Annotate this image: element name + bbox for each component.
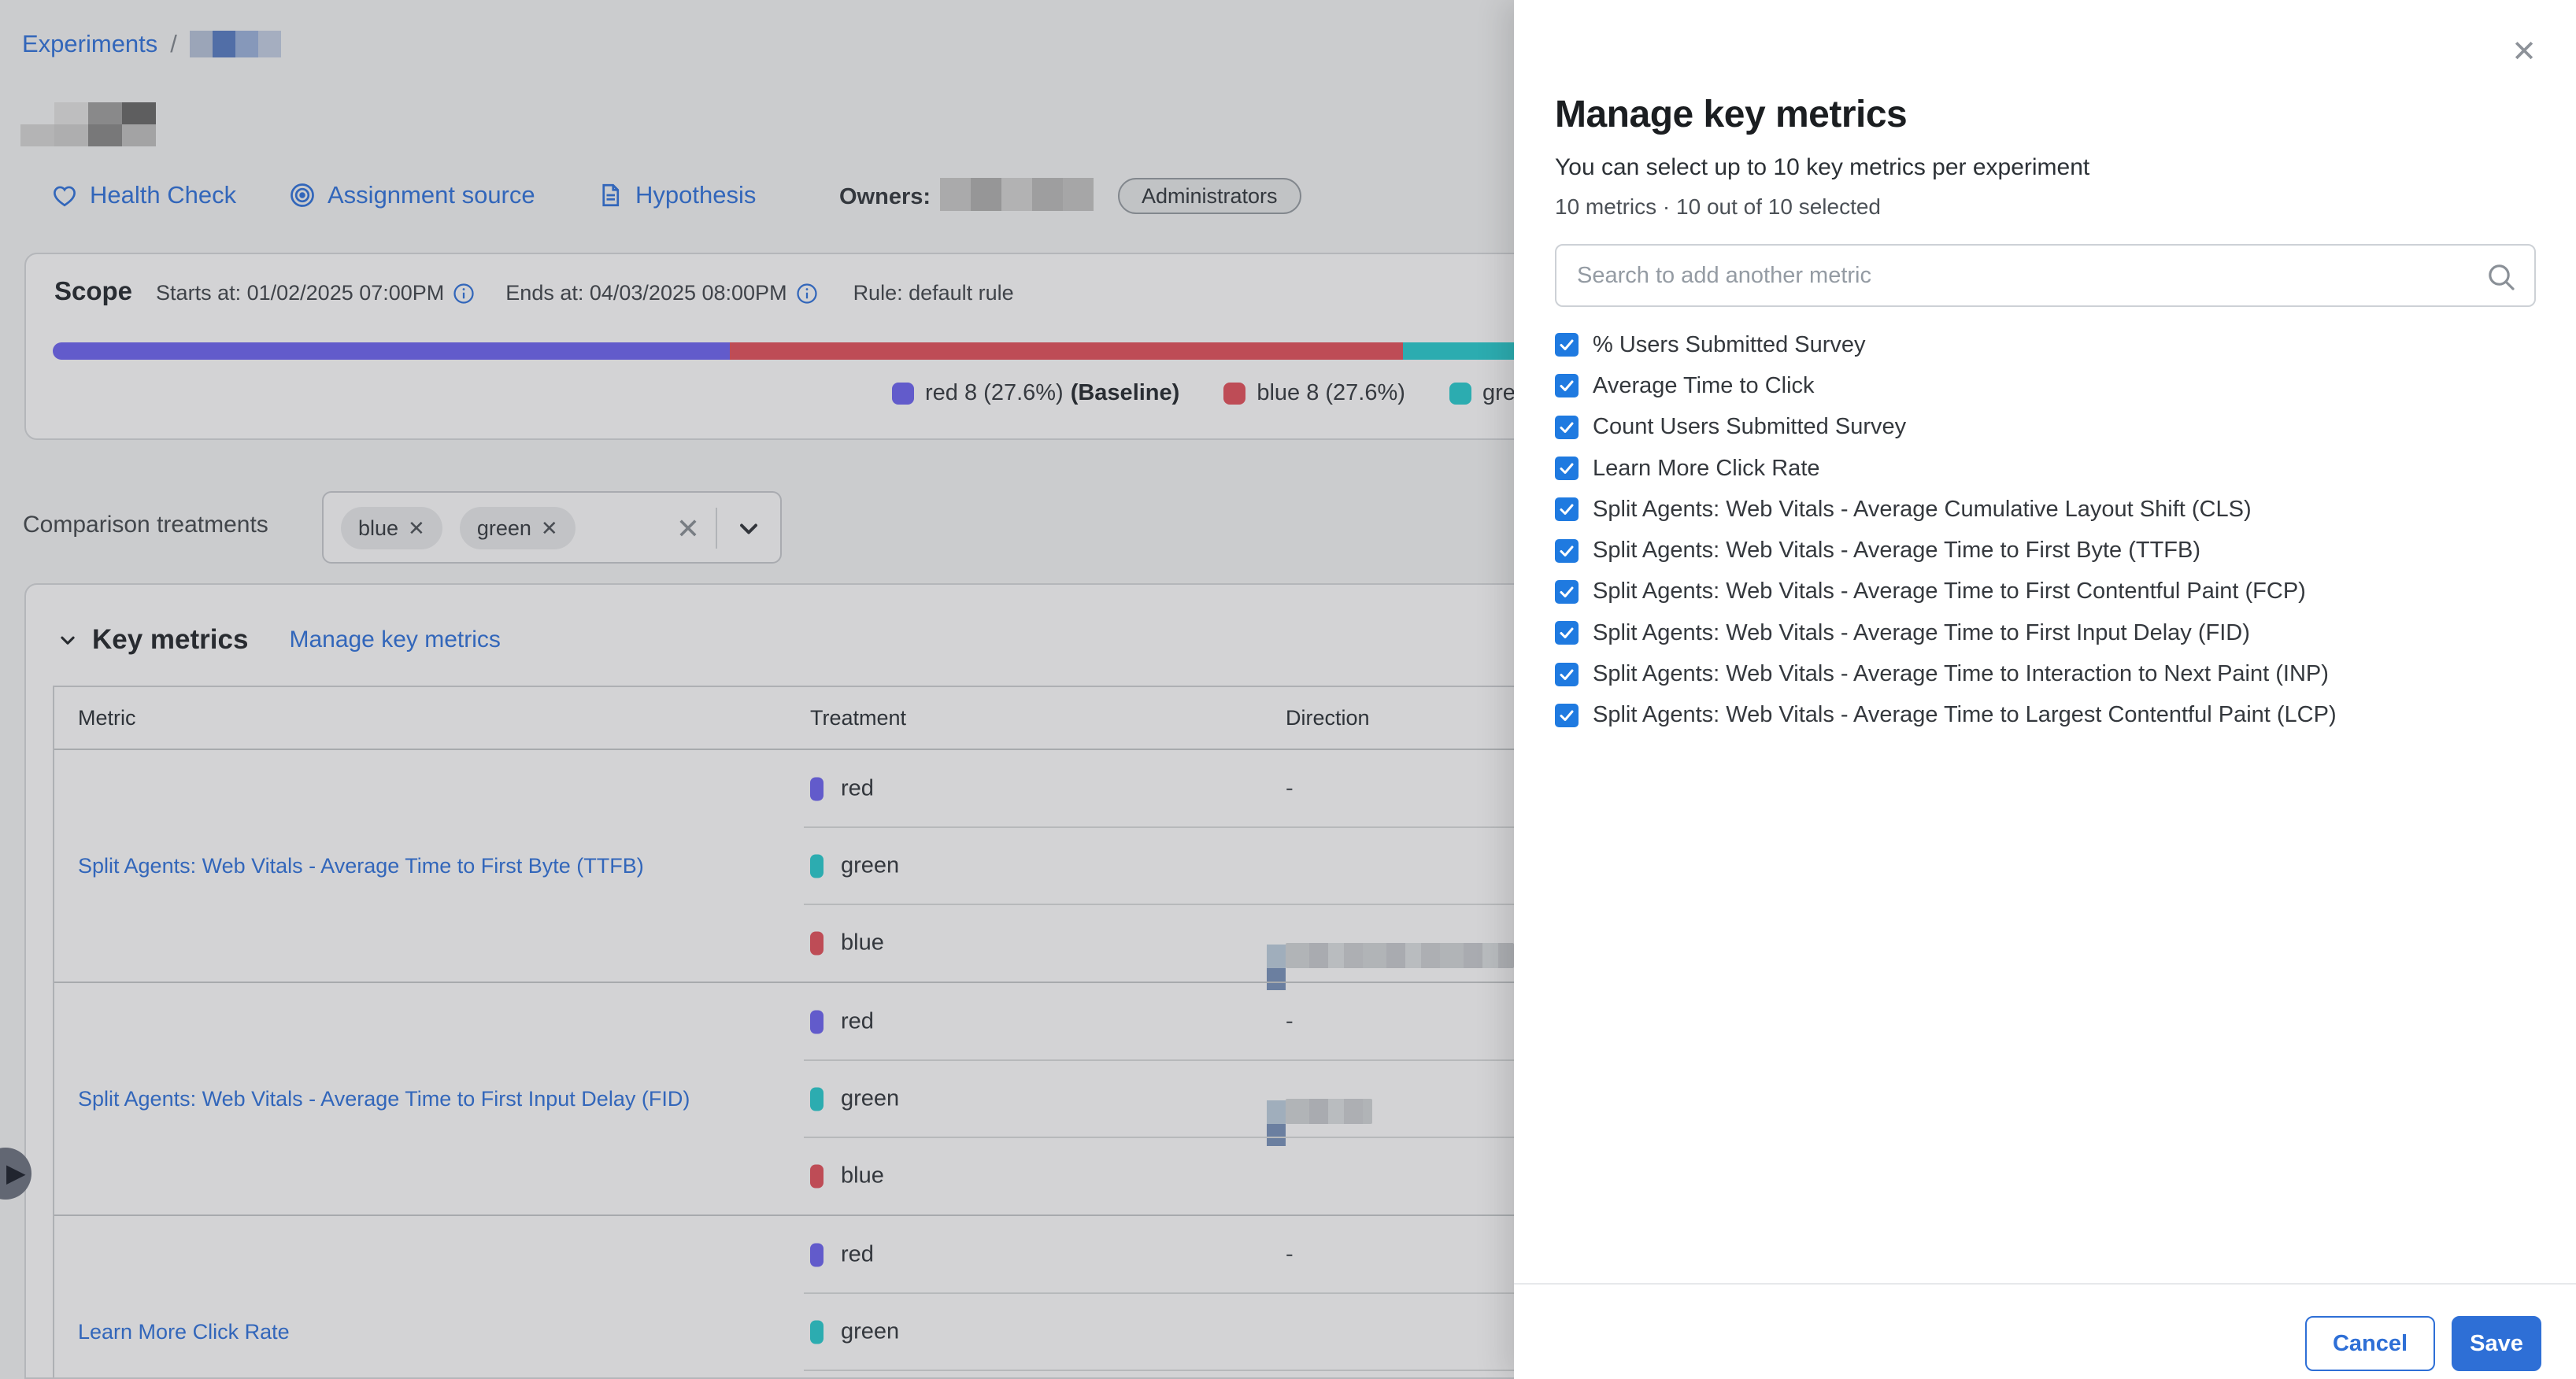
metric-checkbox-list: % Users Submitted Survey Average Time to… (1555, 324, 2536, 736)
drawer-subtitle: You can select up to 10 key metrics per … (1555, 154, 2089, 181)
save-button[interactable]: Save (2452, 1316, 2541, 1371)
search-input[interactable] (1556, 246, 2534, 305)
close-icon[interactable]: ✕ (2505, 33, 2543, 71)
app-root: Experiments / Health Check Assignment so (0, 0, 2576, 1379)
checkbox-checked-icon[interactable] (1555, 497, 1579, 521)
metric-checkbox-row[interactable]: Split Agents: Web Vitals - Average Cumul… (1555, 489, 2536, 530)
checkbox-checked-icon[interactable] (1555, 374, 1579, 397)
checkbox-checked-icon[interactable] (1555, 539, 1579, 563)
cancel-button[interactable]: Cancel (2305, 1316, 2435, 1371)
metric-checkbox-row[interactable]: Count Users Submitted Survey (1555, 407, 2536, 448)
checkbox-checked-icon[interactable] (1555, 416, 1579, 439)
drawer-title: Manage key metrics (1555, 93, 1907, 136)
search-icon (2485, 261, 2517, 293)
checkbox-checked-icon[interactable] (1555, 580, 1579, 604)
metric-checkbox-row[interactable]: Split Agents: Web Vitals - Average Time … (1555, 695, 2536, 736)
checkbox-checked-icon[interactable] (1555, 704, 1579, 727)
metric-checkbox-row[interactable]: Learn More Click Rate (1555, 448, 2536, 489)
metric-search (1555, 244, 2536, 307)
metric-checkbox-row[interactable]: Split Agents: Web Vitals - Average Time … (1555, 612, 2536, 653)
manage-key-metrics-drawer: ✕ Manage key metrics You can select up t… (1514, 0, 2576, 1379)
checkbox-checked-icon[interactable] (1555, 663, 1579, 686)
metric-checkbox-row[interactable]: % Users Submitted Survey (1555, 324, 2536, 365)
metrics-selected-summary: 10 metrics · 10 out of 10 selected (1555, 194, 1881, 220)
checkbox-checked-icon[interactable] (1555, 621, 1579, 645)
checkbox-checked-icon[interactable] (1555, 457, 1579, 480)
metric-checkbox-row[interactable]: Split Agents: Web Vitals - Average Time … (1555, 571, 2536, 612)
metric-checkbox-row[interactable]: Split Agents: Web Vitals - Average Time … (1555, 653, 2536, 694)
drawer-footer: Cancel Save (1514, 1283, 2576, 1379)
checkbox-checked-icon[interactable] (1555, 333, 1579, 357)
metric-checkbox-row[interactable]: Average Time to Click (1555, 365, 2536, 406)
metric-checkbox-row[interactable]: Split Agents: Web Vitals - Average Time … (1555, 530, 2536, 571)
